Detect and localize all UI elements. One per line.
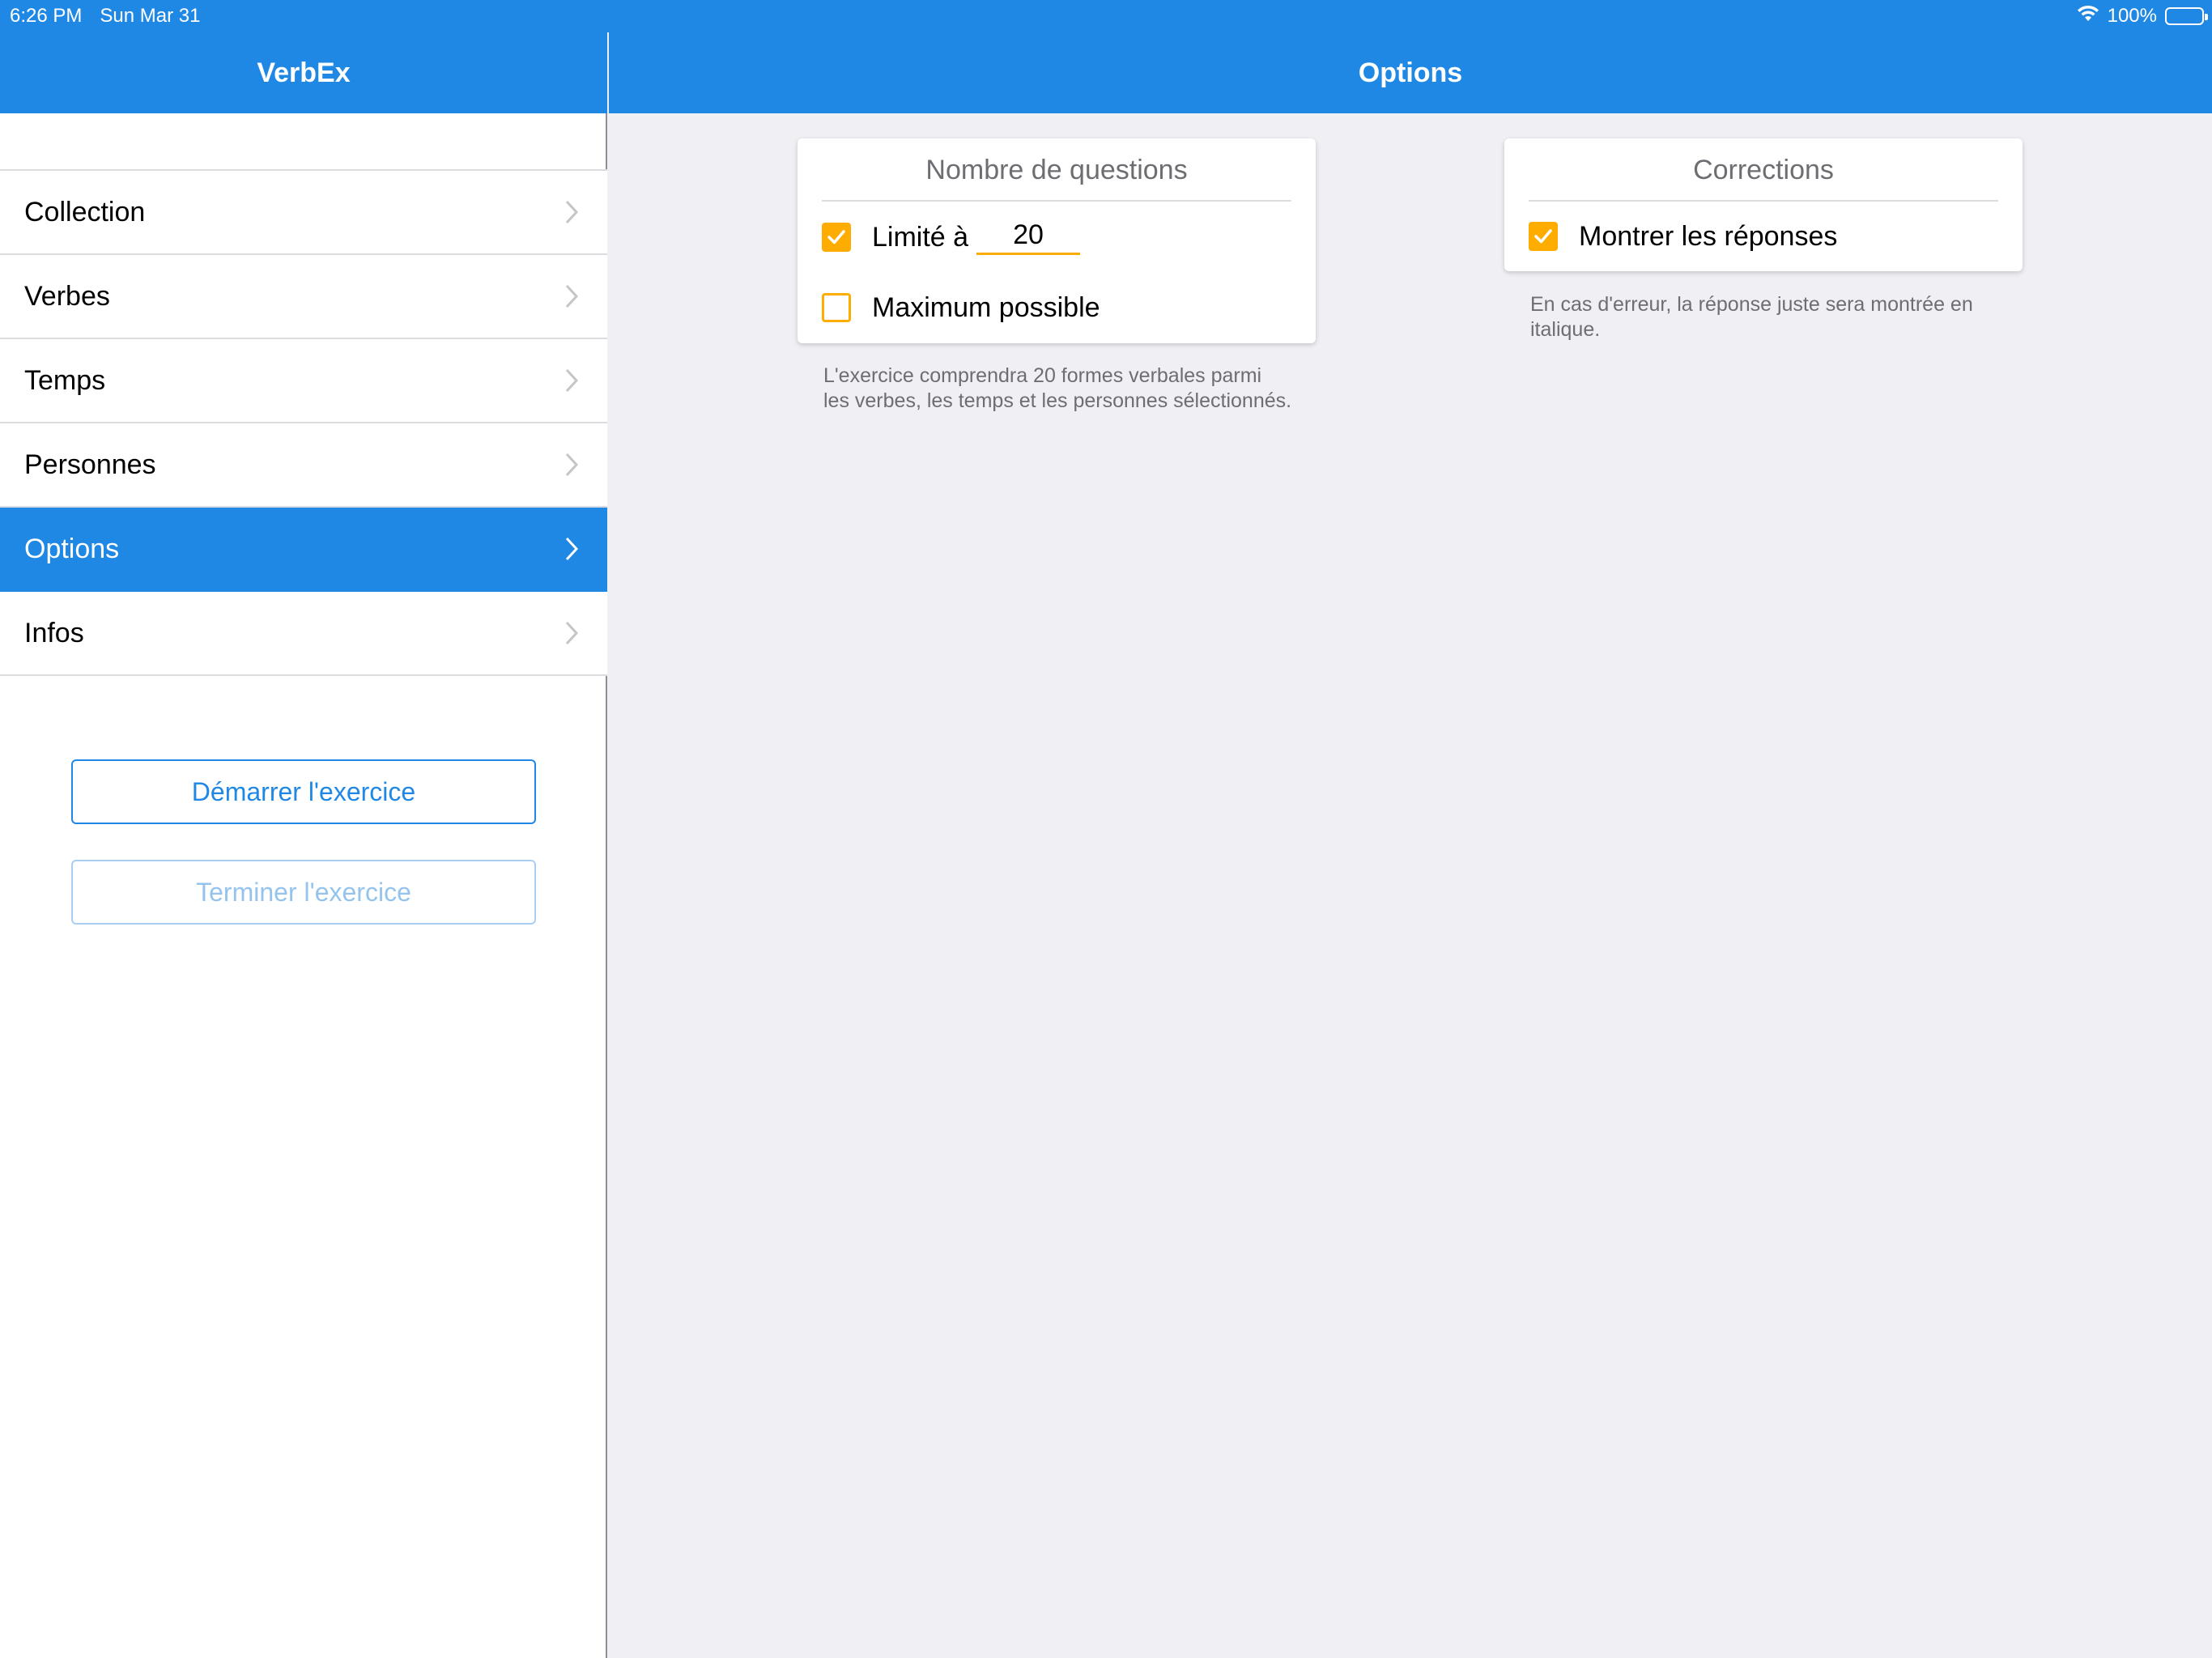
questions-card: Nombre de questions Limité à 20 Maximum … <box>798 138 1316 343</box>
corrections-card-title: Corrections <box>1529 138 1998 202</box>
sidebar-item-personnes[interactable]: Personnes <box>0 423 607 508</box>
sidebar-item-label: Personnes <box>24 449 156 480</box>
sidebar-item-label: Verbes <box>24 280 110 312</box>
limited-label: Limité à <box>872 221 969 253</box>
sidebar-item-label: Collection <box>24 196 146 227</box>
start-exercise-button[interactable]: Démarrer l'exercice <box>71 759 536 824</box>
chevron-right-icon <box>560 537 583 561</box>
questions-card-title: Nombre de questions <box>822 138 1291 202</box>
battery-percent: 100% <box>2107 5 2157 27</box>
sidebar-item-collection[interactable]: Collection <box>0 171 607 255</box>
max-checkbox[interactable] <box>822 293 851 322</box>
status-left: 6:26 PM Sun Mar 31 <box>10 5 200 28</box>
sidebar-menu: Collection Verbes Temps Personnes Option… <box>0 169 607 676</box>
sidebar-item-temps[interactable]: Temps <box>0 339 607 423</box>
corrections-card: Corrections Montrer les réponses <box>1504 138 2023 271</box>
status-right: 100% <box>2077 5 2208 28</box>
show-answers-row[interactable]: Montrer les réponses <box>1504 202 2023 271</box>
sidebar-item-label: Temps <box>24 364 106 396</box>
checkmark-icon <box>827 230 845 244</box>
page-title: Options <box>609 32 2212 113</box>
status-time: 6:26 PM <box>10 5 83 27</box>
finish-exercise-button[interactable]: Terminer l'exercice <box>71 860 536 925</box>
limited-checkbox[interactable] <box>822 223 851 252</box>
show-answers-label: Montrer les réponses <box>1579 220 1838 252</box>
battery-icon <box>2165 7 2208 25</box>
sidebar-item-options[interactable]: Options <box>0 508 607 592</box>
show-answers-checkbox[interactable] <box>1529 222 1558 251</box>
chevron-right-icon <box>560 621 583 645</box>
max-label: Maximum possible <box>872 291 1100 323</box>
sidebar-item-label: Infos <box>24 617 84 648</box>
status-bar: 6:26 PM Sun Mar 31 100% <box>0 0 2212 32</box>
chevron-right-icon <box>560 453 583 477</box>
sidebar-item-infos[interactable]: Infos <box>0 592 607 676</box>
chevron-right-icon <box>560 368 583 393</box>
questions-footnote: L'exercice comprendra 20 formes verbales… <box>823 364 1292 412</box>
wifi-icon <box>2077 5 2099 28</box>
sidebar-item-label: Options <box>24 533 120 564</box>
sidebar-item-verbes[interactable]: Verbes <box>0 255 607 339</box>
limited-row[interactable]: Limité à 20 <box>798 202 1316 273</box>
chevron-right-icon <box>560 284 583 308</box>
question-limit-input[interactable]: 20 <box>976 219 1081 255</box>
status-date: Sun Mar 31 <box>100 5 201 27</box>
max-row[interactable]: Maximum possible <box>798 273 1316 342</box>
checkmark-icon <box>1534 229 1552 244</box>
sidebar-title: VerbEx <box>0 32 607 113</box>
corrections-footnote: En cas d'erreur, la réponse juste sera m… <box>1530 293 1973 341</box>
chevron-right-icon <box>560 200 583 224</box>
sidebar: VerbEx Collection Verbes Temps Personnes… <box>0 0 607 1658</box>
